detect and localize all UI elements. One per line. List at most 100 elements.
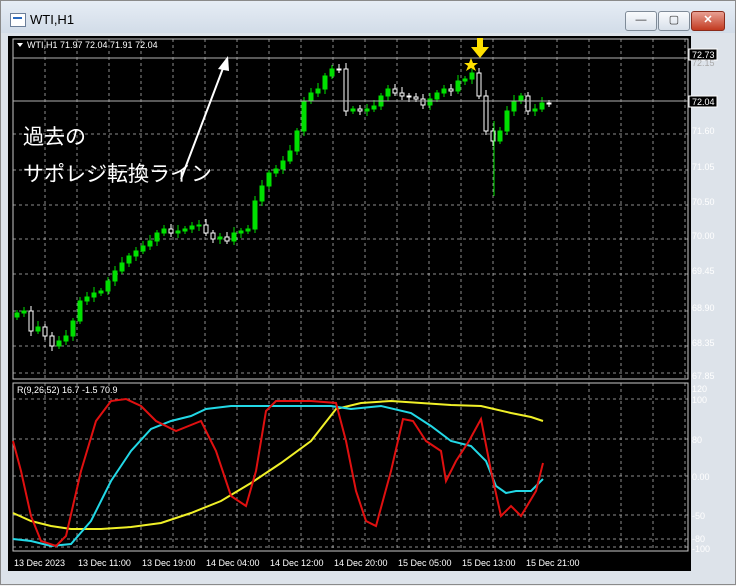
candle-body xyxy=(336,68,342,71)
candle-body xyxy=(140,245,146,252)
candle-body xyxy=(182,228,188,232)
candle-body xyxy=(147,240,153,247)
candle-body xyxy=(420,98,426,106)
candle-body xyxy=(385,88,391,97)
candle-body xyxy=(399,92,405,97)
oscillator-slow-line xyxy=(12,399,544,530)
candle-body xyxy=(266,172,272,187)
candle-body xyxy=(259,185,265,202)
candle-body xyxy=(14,312,20,318)
time-label: 14 Dec 12:00 xyxy=(270,558,324,568)
symbol-info: WTI,H1 71.97 72.04 71.91 72.04 xyxy=(27,40,158,50)
oscillator-axis: 120 100 80 0.00 -50 -80 -100 xyxy=(692,384,710,554)
candle-body xyxy=(532,108,538,112)
candle-body xyxy=(210,232,216,240)
candle-body xyxy=(70,320,76,337)
annotation-line-2: サポレジ転換ライン xyxy=(23,163,212,186)
price-tick: 69.45 xyxy=(692,266,715,276)
osc-tick: 100 xyxy=(692,395,707,405)
price-tick-72-15: 72.15 xyxy=(692,58,715,68)
time-label: 14 Dec 04:00 xyxy=(206,558,260,568)
candle-body xyxy=(21,310,27,314)
candle-body xyxy=(434,92,440,100)
price-tick: 70.00 xyxy=(692,231,715,241)
candle-body xyxy=(343,68,349,112)
candle-body xyxy=(217,236,223,240)
candle-body xyxy=(133,250,139,257)
time-label: 15 Dec 05:00 xyxy=(398,558,452,568)
time-label: 15 Dec 21:00 xyxy=(526,558,580,568)
signal-arrow-icon xyxy=(471,38,489,58)
candle-body xyxy=(105,280,111,292)
price-tick: 68.35 xyxy=(692,338,715,348)
annotation-arrow xyxy=(180,62,226,180)
candle-body xyxy=(287,150,293,162)
candle-body xyxy=(301,100,307,132)
candle-body xyxy=(371,105,377,110)
candle-body xyxy=(406,95,412,98)
candle-body xyxy=(294,130,300,152)
candle-body xyxy=(476,72,482,97)
candle-body xyxy=(525,95,531,112)
candle-body xyxy=(203,224,209,234)
candle-body xyxy=(168,228,174,234)
symbol-dropdown-icon[interactable] xyxy=(17,43,23,47)
price-tick-current: 72.04 xyxy=(692,97,715,107)
price-panel-frame xyxy=(12,38,689,380)
candle-body xyxy=(84,296,90,302)
candle-body xyxy=(322,75,328,90)
candle-body xyxy=(539,102,545,110)
price-axis: 72.73 72.15 72.04 71.60 71.05 70.50 70.0… xyxy=(688,48,718,381)
candle-body xyxy=(238,230,244,234)
candle-body xyxy=(357,108,363,112)
osc-tick: -100 xyxy=(692,544,710,554)
candle-body xyxy=(56,340,62,347)
candle-body xyxy=(28,310,34,332)
grid-lines xyxy=(12,39,688,551)
candle-body xyxy=(35,326,41,332)
time-label: 14 Dec 20:00 xyxy=(334,558,388,568)
candle-body xyxy=(112,270,118,282)
candle-body xyxy=(350,108,356,112)
candle-body xyxy=(189,225,195,230)
price-tick: 71.60 xyxy=(692,126,715,136)
candle-body xyxy=(63,335,69,342)
candle-body xyxy=(462,78,468,82)
candle-body xyxy=(98,290,104,294)
candle-body xyxy=(231,232,237,242)
candle-body xyxy=(497,130,503,142)
osc-tick: 120 xyxy=(692,384,707,394)
candle-body xyxy=(280,160,286,170)
price-tick: 67.85 xyxy=(692,371,715,381)
candle-body xyxy=(455,80,461,92)
price-tick: 68.90 xyxy=(692,303,715,313)
candle-body xyxy=(245,228,251,232)
star-icon xyxy=(464,58,478,71)
osc-tick: -50 xyxy=(692,511,705,521)
candle-body xyxy=(504,110,510,132)
candle-body xyxy=(511,100,517,112)
candle-body xyxy=(91,292,97,298)
chart-svg: WTI,H1 71.97 72.04 71.91 72.04 72.73 72.… xyxy=(12,38,718,568)
candle-body xyxy=(448,88,454,92)
candle-body xyxy=(469,72,475,80)
candle-body xyxy=(42,326,48,337)
candle-body xyxy=(273,168,279,174)
candle-body xyxy=(441,88,447,94)
time-axis-labels: 13 Dec 2023 13 Dec 11:00 13 Dec 19:00 14… xyxy=(14,558,580,568)
candle-body xyxy=(329,68,335,77)
candle-body xyxy=(161,228,167,234)
chart-window: WTI,H1 — ▢ ✕ WTI,H1 71.97 72.04 71.91 72… xyxy=(0,0,736,585)
candle-body xyxy=(154,232,160,242)
time-label: 13 Dec 11:00 xyxy=(78,558,131,568)
price-tick: 70.50 xyxy=(692,197,715,207)
osc-tick: 80 xyxy=(692,435,702,445)
candle-body xyxy=(427,98,433,106)
candle-body xyxy=(546,102,552,105)
candlesticks xyxy=(14,63,552,351)
time-label: 13 Dec 2023 xyxy=(14,558,65,568)
candle-body xyxy=(224,236,230,242)
time-label: 13 Dec 19:00 xyxy=(142,558,196,568)
annotation-line-1: 過去の xyxy=(23,126,86,149)
candle-body xyxy=(308,92,314,102)
